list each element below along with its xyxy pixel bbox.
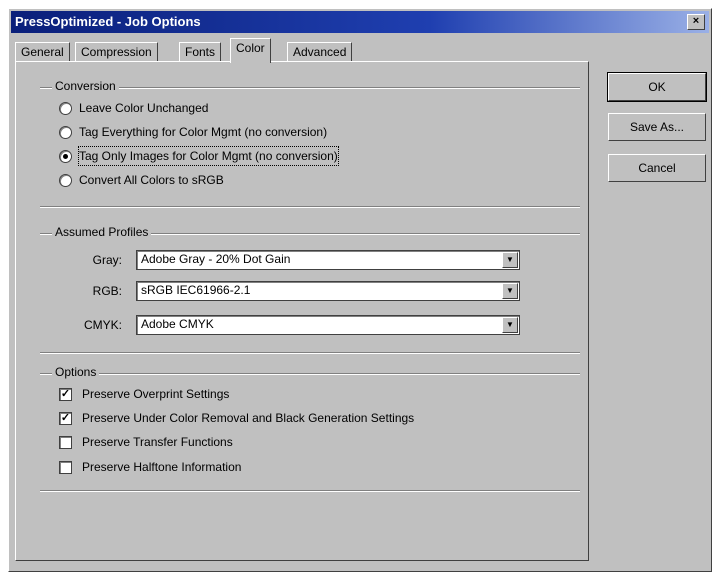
checkbox[interactable]: ✓ (59, 388, 72, 401)
conversion-option-label: Tag Everything for Color Mgmt (no conver… (79, 125, 328, 139)
checkbox[interactable] (59, 461, 72, 474)
rgb-profile-select[interactable]: sRGB IEC61966-2.1 ▼ (136, 281, 520, 301)
options-top-divider (40, 352, 580, 354)
gray-profile-select[interactable]: Adobe Gray - 20% Dot Gain ▼ (136, 250, 520, 270)
options-divider (40, 373, 580, 375)
tab-general[interactable]: General (15, 42, 70, 62)
cancel-button[interactable]: Cancel (608, 154, 706, 182)
tab-compression[interactable]: Compression (75, 42, 158, 62)
title-bar[interactable]: PressOptimized - Job Options × (11, 11, 709, 33)
conversion-option-label: Leave Color Unchanged (79, 101, 209, 115)
cmyk-profile-value: Adobe CMYK (141, 317, 214, 331)
conversion-divider (40, 87, 580, 89)
tab-color[interactable]: Color (230, 38, 271, 63)
window-title: PressOptimized - Job Options (15, 14, 201, 29)
gray-profile-label: Gray: (92, 253, 122, 267)
radio-button[interactable] (59, 102, 72, 115)
profiles-top-divider (40, 206, 580, 208)
option-label: Preserve Overprint Settings (82, 387, 230, 401)
save-as-button[interactable]: Save As... (608, 113, 706, 141)
bottom-divider (40, 490, 580, 492)
tab-fonts[interactable]: Fonts (179, 42, 222, 62)
radio-button[interactable] (59, 150, 72, 163)
conversion-option-label: Convert All Colors to sRGB (79, 173, 224, 187)
chevron-down-icon[interactable]: ▼ (502, 252, 518, 268)
option-label: Preserve Halftone Information (82, 460, 242, 474)
rgb-profile-value: sRGB IEC61966-2.1 (141, 283, 251, 297)
radio-button[interactable] (59, 174, 72, 187)
chevron-down-icon[interactable]: ▼ (502, 317, 518, 333)
gray-profile-value: Adobe Gray - 20% Dot Gain (141, 252, 291, 266)
color-tab-panel: Conversion Leave Color Unchanged Tag Eve… (15, 61, 589, 561)
options-group-label: Options (52, 365, 100, 379)
cmyk-profile-label: CMYK: (83, 318, 122, 332)
cmyk-profile-select[interactable]: Adobe CMYK ▼ (136, 315, 520, 335)
tab-advanced[interactable]: Advanced (287, 42, 353, 62)
close-icon[interactable]: × (687, 14, 705, 30)
conversion-option-label: Tag Only Images for Color Mgmt (no conve… (78, 146, 339, 166)
profiles-group-label: Assumed Profiles (52, 225, 152, 239)
option-label: Preserve Under Color Removal and Black G… (82, 411, 415, 425)
chevron-down-icon[interactable]: ▼ (502, 283, 518, 299)
conversion-group-label: Conversion (52, 79, 119, 93)
checkbox[interactable] (59, 436, 72, 449)
rgb-profile-label: RGB: (92, 284, 122, 298)
ok-button[interactable]: OK (607, 72, 707, 102)
radio-button[interactable] (59, 126, 72, 139)
checkbox[interactable]: ✓ (59, 412, 72, 425)
option-label: Preserve Transfer Functions (82, 435, 233, 449)
